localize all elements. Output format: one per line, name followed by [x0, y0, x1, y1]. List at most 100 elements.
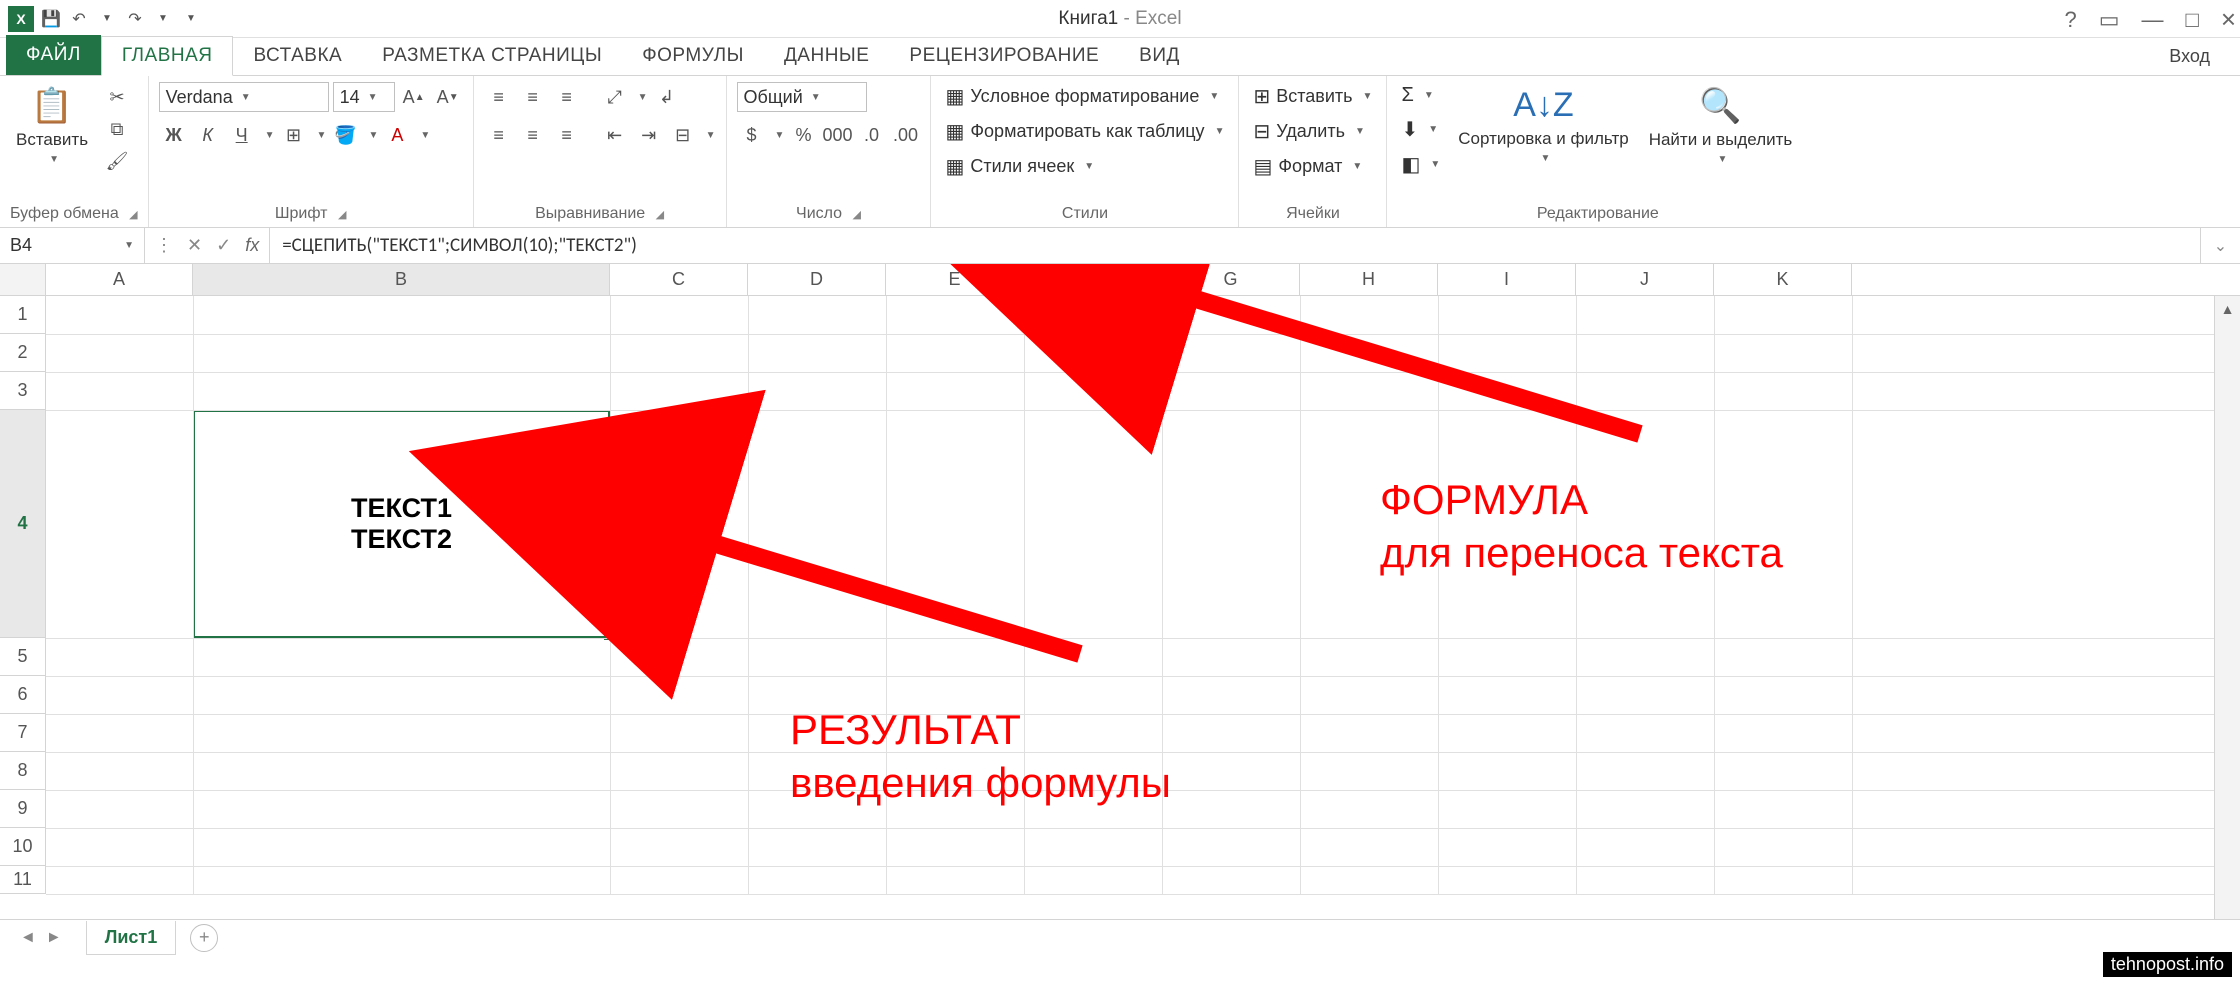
- scroll-up-button[interactable]: ▲: [2215, 296, 2240, 322]
- cell-area[interactable]: ТЕКСТ1 ТЕКСТ2: [46, 296, 2240, 894]
- tab-page-layout[interactable]: РАЗМЕТКА СТРАНИЦЫ: [362, 37, 622, 75]
- row-header-8[interactable]: 8: [0, 752, 46, 790]
- font-color-button[interactable]: A: [382, 120, 412, 150]
- tab-home[interactable]: ГЛАВНАЯ: [101, 36, 234, 76]
- clipboard-dialog-launcher[interactable]: ◢: [129, 209, 137, 221]
- align-center-button[interactable]: ≡: [518, 120, 548, 150]
- font-size-combo[interactable]: 14▼: [333, 82, 395, 112]
- cut-button[interactable]: ✂: [102, 82, 132, 112]
- comma-button[interactable]: 000: [822, 120, 852, 150]
- find-select-button[interactable]: 🔍 Найти и выделить▼: [1643, 82, 1799, 169]
- align-top-button[interactable]: ≡: [484, 82, 514, 112]
- align-left-button[interactable]: ≡: [484, 120, 514, 150]
- number-dialog-launcher[interactable]: ◢: [853, 209, 861, 221]
- underline-button[interactable]: Ч: [227, 120, 257, 150]
- clear-button[interactable]: ◧▼: [1397, 150, 1444, 179]
- vertical-scrollbar[interactable]: ▲: [2214, 296, 2240, 919]
- expand-formula-bar-button[interactable]: ⌄: [2200, 228, 2240, 263]
- italic-button[interactable]: К: [193, 120, 223, 150]
- increase-font-button[interactable]: A▲: [399, 82, 429, 112]
- alignment-dialog-launcher[interactable]: ◢: [656, 209, 664, 221]
- col-header-I[interactable]: I: [1438, 264, 1576, 295]
- percent-button[interactable]: %: [788, 120, 818, 150]
- maximize-button[interactable]: □: [2186, 7, 2199, 33]
- help-icon[interactable]: ?: [2064, 7, 2076, 33]
- minimize-button[interactable]: —: [2142, 7, 2164, 33]
- merge-button[interactable]: ⊟: [668, 120, 698, 150]
- undo-button[interactable]: ↶: [68, 8, 90, 30]
- col-header-D[interactable]: D: [748, 264, 886, 295]
- insert-function-button[interactable]: fx: [245, 235, 259, 256]
- row-header-10[interactable]: 10: [0, 828, 46, 866]
- col-header-J[interactable]: J: [1576, 264, 1714, 295]
- col-header-F[interactable]: F: [1024, 264, 1162, 295]
- borders-button[interactable]: ⊞: [279, 120, 309, 150]
- format-as-table-button[interactable]: ▦Форматировать как таблицу▼: [941, 117, 1228, 146]
- tab-data[interactable]: ДАННЫЕ: [764, 37, 889, 75]
- decrease-decimal-button[interactable]: .00: [890, 120, 920, 150]
- align-bottom-button[interactable]: ≡: [552, 82, 582, 112]
- increase-indent-button[interactable]: ⇥: [634, 120, 664, 150]
- select-all-button[interactable]: [0, 264, 46, 295]
- decrease-indent-button[interactable]: ⇤: [600, 120, 630, 150]
- increase-decimal-button[interactable]: .0: [856, 120, 886, 150]
- close-button[interactable]: ×: [2221, 4, 2236, 35]
- tab-file[interactable]: ФАЙЛ: [6, 35, 101, 75]
- redo-dropdown[interactable]: ▼: [152, 8, 174, 30]
- decrease-font-button[interactable]: A▼: [433, 82, 463, 112]
- formula-input[interactable]: =СЦЕПИТЬ("ТЕКСТ1";СИМВОЛ(10);"ТЕКСТ2"): [270, 228, 2200, 263]
- sheet-tab-1[interactable]: Лист1: [86, 921, 177, 955]
- format-cells-button[interactable]: ▤Формат▼: [1249, 152, 1366, 181]
- col-header-K[interactable]: K: [1714, 264, 1852, 295]
- col-header-H[interactable]: H: [1300, 264, 1438, 295]
- row-header-4[interactable]: 4: [0, 410, 46, 638]
- sort-filter-button[interactable]: A↓Z Сортировка и фильтр▼: [1452, 82, 1634, 168]
- col-header-E[interactable]: E: [886, 264, 1024, 295]
- align-middle-button[interactable]: ≡: [518, 82, 548, 112]
- save-button[interactable]: 💾: [40, 8, 62, 30]
- cell-B4[interactable]: ТЕКСТ1 ТЕКСТ2: [193, 410, 610, 638]
- undo-dropdown[interactable]: ▼: [96, 8, 118, 30]
- col-header-C[interactable]: C: [610, 264, 748, 295]
- paste-button[interactable]: 📋 Вставить ▼: [10, 82, 94, 169]
- fill-button[interactable]: ⬇▼: [1397, 115, 1444, 144]
- add-sheet-button[interactable]: +: [190, 924, 218, 952]
- col-header-G[interactable]: G: [1162, 264, 1300, 295]
- row-header-5[interactable]: 5: [0, 638, 46, 676]
- tab-view[interactable]: ВИД: [1119, 37, 1200, 75]
- redo-button[interactable]: ↷: [124, 8, 146, 30]
- sheet-nav-prev[interactable]: ◄: [20, 929, 36, 947]
- row-header-7[interactable]: 7: [0, 714, 46, 752]
- row-header-2[interactable]: 2: [0, 334, 46, 372]
- tab-formulas[interactable]: ФОРМУЛЫ: [622, 37, 764, 75]
- ribbon-options-icon[interactable]: ▭: [2099, 7, 2120, 33]
- bold-button[interactable]: Ж: [159, 120, 189, 150]
- row-header-6[interactable]: 6: [0, 676, 46, 714]
- fill-color-button[interactable]: 🪣: [330, 120, 360, 150]
- copy-button[interactable]: ⧉: [102, 114, 132, 144]
- orientation-button[interactable]: ⤢: [600, 82, 630, 112]
- autosum-button[interactable]: Σ▼: [1397, 82, 1444, 109]
- enter-formula-button[interactable]: ✓: [216, 235, 231, 256]
- insert-cells-button[interactable]: ⊞Вставить▼: [1249, 82, 1376, 111]
- align-right-button[interactable]: ≡: [552, 120, 582, 150]
- login-link[interactable]: Вход: [2169, 46, 2210, 67]
- row-header-9[interactable]: 9: [0, 790, 46, 828]
- customize-qat[interactable]: ▼: [180, 8, 202, 30]
- font-dialog-launcher[interactable]: ◢: [338, 209, 346, 221]
- currency-button[interactable]: $: [737, 120, 767, 150]
- sheet-nav-next[interactable]: ►: [46, 929, 62, 947]
- underline-dropdown[interactable]: ▼: [265, 130, 275, 141]
- number-format-combo[interactable]: Общий▼: [737, 82, 867, 112]
- conditional-formatting-button[interactable]: ▦Условное форматирование▼: [941, 82, 1223, 111]
- cell-styles-button[interactable]: ▦Стили ячеек▼: [941, 152, 1098, 181]
- row-header-3[interactable]: 3: [0, 372, 46, 410]
- tab-insert[interactable]: ВСТАВКА: [233, 37, 362, 75]
- row-header-11[interactable]: 11: [0, 866, 46, 894]
- row-header-1[interactable]: 1: [0, 296, 46, 334]
- wrap-text-button[interactable]: ↲: [652, 82, 682, 112]
- col-header-B[interactable]: B: [193, 264, 610, 295]
- font-name-combo[interactable]: Verdana▼: [159, 82, 329, 112]
- cancel-formula-button[interactable]: ✕: [187, 235, 202, 256]
- format-painter-button[interactable]: 🖌: [102, 146, 132, 176]
